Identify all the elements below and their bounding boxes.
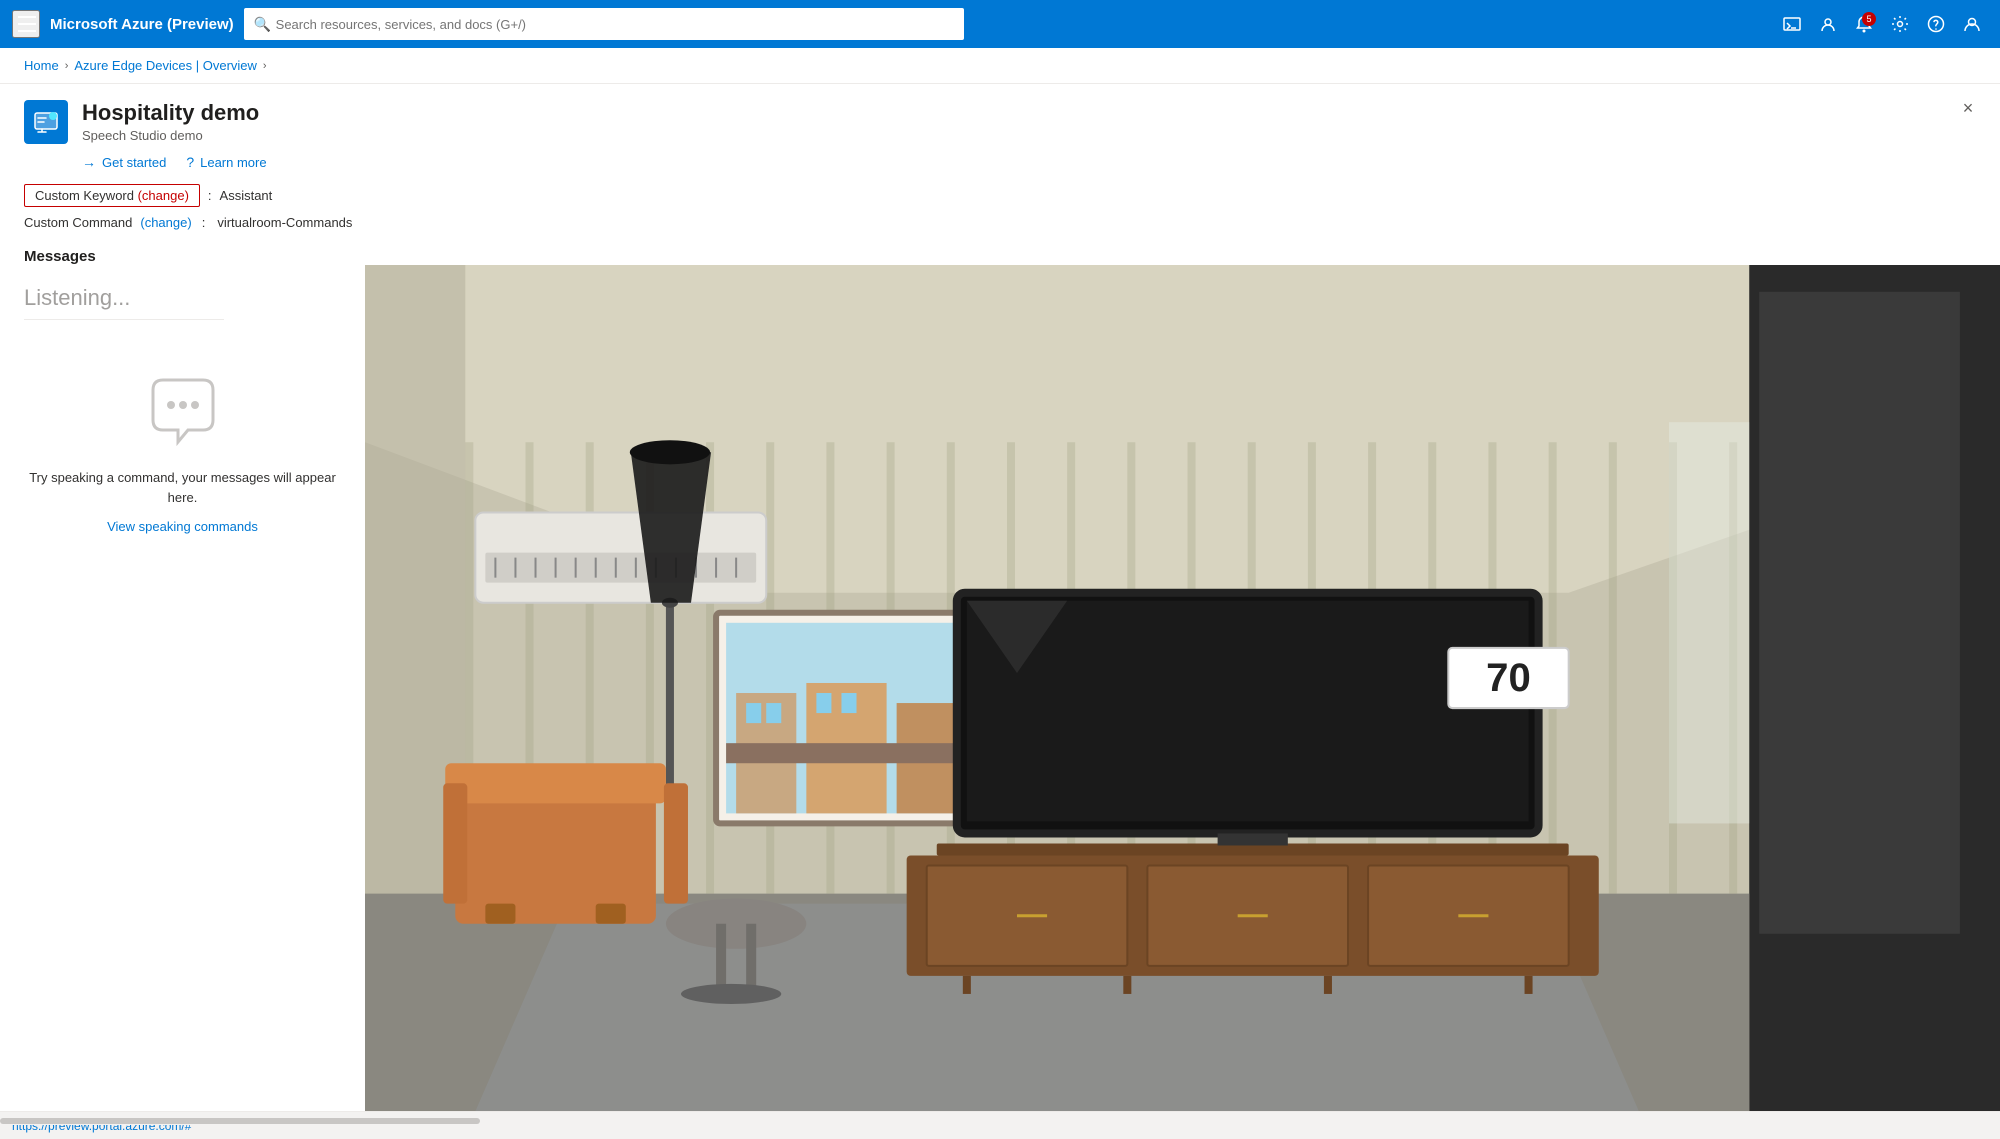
search-bar: 🔍 [244,8,964,40]
help-button[interactable] [1920,8,1952,40]
learn-more-label: Learn more [200,155,266,170]
hamburger-menu[interactable] [12,10,40,38]
question-icon: ? [186,154,194,170]
listening-text: Listening... [24,285,130,311]
breadcrumb-home[interactable]: Home [24,58,59,73]
custom-keyword-button[interactable]: Custom Keyword (change) [24,184,200,207]
get-started-label: Get started [102,155,166,170]
command-separator: : [202,215,206,230]
keyword-separator: : [208,188,212,203]
config-section: Custom Keyword (change) : Assistant Cust… [0,170,2000,238]
arrow-right-icon: → [82,154,96,170]
learn-more-link[interactable]: ? Learn more [186,154,266,170]
svg-text:70: 70 [1486,655,1531,700]
get-started-link[interactable]: → Get started [82,154,166,170]
breadcrumb: Home › Azure Edge Devices | Overview › [0,48,2000,84]
status-bar: https://preview.portal.azure.com/# [0,1111,2000,1139]
notification-badge: 5 [1862,12,1876,26]
page-header: Hospitality demo Speech Studio demo × [0,84,2000,144]
keyword-config-row: Custom Keyword (change) : Assistant [24,184,1976,207]
page-subtitle: Speech Studio demo [82,128,1976,143]
command-value: virtualroom-Commands [217,215,352,230]
command-config-row: Custom Command (change) : virtualroom-Co… [24,215,1976,230]
close-button[interactable]: × [1952,92,1984,124]
breadcrumb-sep-1: › [65,60,69,72]
search-input[interactable] [244,8,964,40]
command-label: Custom Command [24,215,132,230]
app-title: Microsoft Azure (Preview) [50,16,234,33]
page-icon [24,100,68,144]
listening-divider [24,319,224,320]
cloud-shell-button[interactable] [1776,8,1808,40]
keyword-change-text: (change) [138,188,189,203]
speak-message: Try speaking a command, your messages wi… [24,468,341,507]
top-nav: Microsoft Azure (Preview) 🔍 5 [0,0,2000,48]
account-button[interactable] [1956,8,1988,40]
left-panel: Listening... Try speaking a command, you… [0,265,365,1111]
chat-bubble-icon [143,370,223,450]
page-title-area: Hospitality demo Speech Studio demo [82,100,1976,143]
room-image: 70 [365,265,2000,1111]
command-change-link[interactable]: (change) [140,215,191,230]
content-split: Listening... Try speaking a command, you… [0,265,2000,1111]
breadcrumb-azure-edge[interactable]: Azure Edge Devices | Overview [74,58,257,73]
messages-section: Messages [0,238,2000,265]
keyword-value: Assistant [220,188,273,203]
action-links: → Get started ? Learn more [0,144,2000,170]
directory-button[interactable] [1812,8,1844,40]
custom-keyword-label: Custom Keyword [35,188,138,203]
notifications-button[interactable]: 5 [1848,8,1880,40]
page-title: Hospitality demo [82,100,1976,126]
messages-title: Messages [24,248,96,265]
nav-icons: 5 [1776,8,1988,40]
settings-button[interactable] [1884,8,1916,40]
main-area: Hospitality demo Speech Studio demo × → … [0,84,2000,1111]
breadcrumb-sep-2: › [263,60,267,72]
view-commands-link[interactable]: View speaking commands [107,519,258,534]
scrollbar-area[interactable] [0,1117,2000,1125]
scrollbar-thumb[interactable] [0,1118,480,1124]
